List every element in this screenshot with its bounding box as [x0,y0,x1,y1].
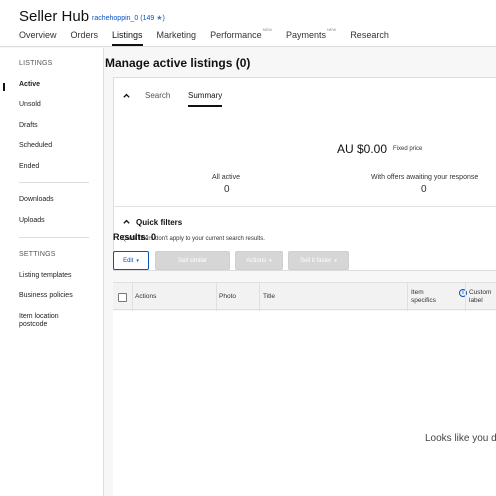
sidebar-item-business-policies[interactable]: Business policies [19,292,73,300]
stat-value-offers[interactable]: 0 [421,184,427,195]
top-header: Seller Hub rachehoppin_0 (149 ★) Overvie… [0,0,496,47]
edit-button[interactable]: Edit ▾ [113,251,149,270]
column-item-specifics[interactable]: Item specifics [411,289,436,305]
nav-overview[interactable]: Overview [19,30,57,46]
active-marker [3,83,5,91]
chevron-down-icon: ▾ [334,257,337,264]
column-divider [259,283,260,311]
table-body: Looks like you d [113,311,496,496]
sidebar-item-scheduled[interactable]: Scheduled [19,142,52,150]
main-content: Manage active listings (0) Search Summar… [105,48,496,496]
chevron-up-icon[interactable] [122,217,131,228]
sidebar-item-location[interactable]: Item location postcode [19,313,59,329]
chevron-down-icon: ▾ [136,257,139,264]
column-divider [465,283,466,311]
select-all-checkbox[interactable] [118,293,127,302]
sidebar-item-downloads[interactable]: Downloads [19,196,54,204]
tab-search[interactable]: Search [145,91,170,105]
new-badge: NEW [326,27,337,32]
sidebar-item-listing-templates[interactable]: Listing templates [19,272,72,280]
column-divider [407,283,408,311]
feedback-close: ) [162,15,165,22]
nav-research[interactable]: Research [350,30,389,46]
nav-marketing[interactable]: Marketing [157,30,197,46]
new-badge: NEW [262,27,272,32]
chevron-up-icon[interactable] [122,91,131,102]
summary-panel: Search Summary AU $0.00 Fixed price All … [113,77,496,271]
sidebar-heading-settings: SETTINGS [19,251,56,258]
sidebar-heading-listings: LISTINGS [19,60,53,67]
column-title[interactable]: Title [263,293,275,301]
actions-button[interactable]: Actions ▾ [235,251,283,270]
column-divider [132,283,133,311]
results-count: Results: 0 [113,232,157,242]
main-nav: Overview Orders Listings Marketing Perfo… [19,27,403,46]
stat-label-offers: With offers awaiting your response [371,174,479,181]
sidebar-divider [19,237,89,238]
sidebar-item-ended[interactable]: Ended [19,163,39,171]
sidebar-item-active[interactable]: Active [19,81,40,89]
chevron-down-icon: ▾ [269,257,272,264]
column-photo[interactable]: Photo [219,293,236,301]
nav-orders[interactable]: Orders [71,30,99,46]
user-link[interactable]: rachehoppin_0 (149 ★) [92,14,165,22]
sell-faster-button[interactable]: Sell it faster ▾ [288,251,349,270]
sidebar-item-drafts[interactable]: Drafts [19,122,38,130]
nav-payments[interactable]: PaymentsNEW [286,27,337,46]
sell-similar-button[interactable]: Sell similar [155,251,230,270]
sidebar-item-uploads[interactable]: Uploads [19,217,45,225]
amount-type: Fixed price [393,146,423,152]
username[interactable]: rachehoppin_0 [92,15,138,22]
nav-performance[interactable]: PerformanceNEW [210,27,272,46]
total-amount: AU $0.00 [337,142,388,156]
sidebar-item-unsold[interactable]: Unsold [19,101,41,109]
column-custom-label[interactable]: Custom label [469,289,491,305]
tab-summary[interactable]: Summary [188,91,223,107]
nav-listings[interactable]: Listings [112,30,143,46]
empty-state-text: Looks like you d [425,433,496,444]
table-header: Actions Photo Title Item specifics i Cus… [113,282,496,311]
brand-title: Seller Hub [19,8,90,25]
stat-value-all-active[interactable]: 0 [224,184,230,195]
sidebar: LISTINGS Active Unsold Drafts Scheduled … [0,48,104,496]
stat-label-all-active: All active [212,174,241,181]
panel-divider [114,206,496,207]
column-actions[interactable]: Actions [135,293,156,301]
sidebar-divider [19,182,89,183]
column-divider [216,283,217,311]
feedback-score: (149 [140,15,155,22]
quick-filters-title[interactable]: Quick filters [136,218,182,227]
page-title: Manage active listings (0) [105,56,251,70]
